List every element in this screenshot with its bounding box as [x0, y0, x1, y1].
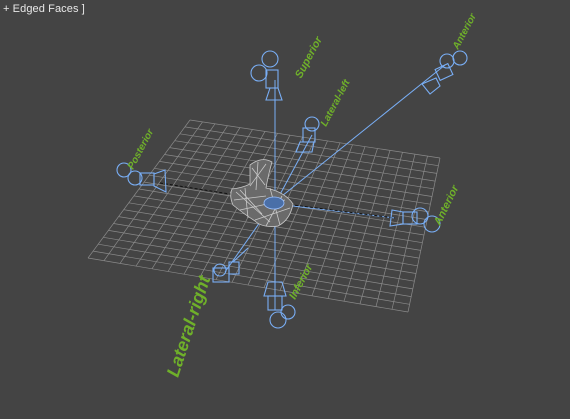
mesh-object[interactable]	[230, 159, 294, 227]
camera-top-right[interactable]	[421, 50, 468, 95]
camera-label-back-left: Lateral-left	[319, 78, 353, 129]
camera-label-right: Anterior	[431, 183, 461, 228]
camera-top[interactable]	[250, 50, 283, 110]
scene[interactable]: Superior Anterior Lateral-left Posterior…	[0, 0, 570, 419]
target-line-top-right	[276, 64, 446, 201]
grid-line	[407, 157, 441, 313]
viewport[interactable]: + Edged Faces ] Superior Anterior Latera…	[0, 0, 570, 419]
grid-line	[87, 257, 409, 313]
camera-label-top: Superior	[293, 34, 325, 80]
camera-left[interactable]	[116, 162, 167, 193]
grid-line	[93, 250, 410, 305]
grid-line	[391, 156, 428, 310]
camera-label-left: Posterior	[126, 127, 157, 172]
camera-label-front-left: Lateral-right	[163, 272, 215, 379]
camera-label-top-right: Anterior	[450, 11, 479, 52]
grid-line	[98, 243, 412, 297]
